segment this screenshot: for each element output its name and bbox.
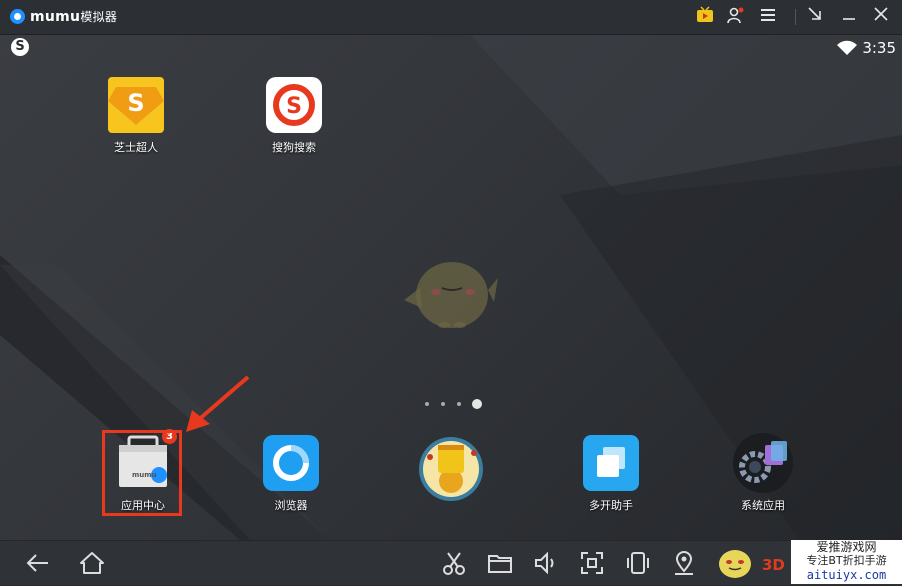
- app-name: mumu: [30, 9, 81, 25]
- minimize-icon[interactable]: [838, 6, 860, 28]
- minimize-to-corner-icon[interactable]: [804, 6, 826, 28]
- page-dot[interactable]: [457, 402, 461, 406]
- android-screen: S 3:35 S 芝士超人 S 搜狗搜索 mumu 3 应用中心 浏览器 多开助…: [0, 35, 902, 540]
- watermark-slogan: 专注BT折扣手游: [806, 554, 887, 567]
- watermark-site-name: 爱推游戏网: [816, 540, 877, 554]
- screenshot-scissors-icon[interactable]: [440, 549, 468, 577]
- app-label: 芝士超人: [114, 141, 158, 154]
- watermark-mascot-image: [713, 544, 757, 582]
- title-bar: mumu模拟器: [0, 0, 902, 35]
- system-apps-icon: [733, 433, 793, 493]
- app-name-suffix: 模拟器: [80, 10, 118, 24]
- app-label: 搜狗搜索: [272, 141, 316, 154]
- watermark-3d-logo: 3D: [762, 556, 785, 574]
- fullscreen-icon[interactable]: [578, 549, 606, 577]
- titlebar-divider: [795, 9, 796, 25]
- app-zhishi-chaoren[interactable]: S 芝士超人: [91, 77, 181, 155]
- multi-open-helper-icon: [583, 435, 639, 491]
- red-arrow-annotation: [186, 375, 250, 432]
- back-icon[interactable]: [24, 549, 52, 577]
- volume-icon[interactable]: [532, 549, 560, 577]
- app-system-apps[interactable]: 系统应用: [718, 433, 808, 513]
- android-status-bar: S 3:35: [0, 35, 902, 61]
- sogou-search-icon: S: [266, 77, 322, 133]
- svg-text:S: S: [127, 89, 144, 117]
- page-dot[interactable]: [425, 402, 429, 406]
- home-icon[interactable]: [78, 549, 106, 577]
- game-bucket-icon: [419, 435, 483, 501]
- app-multi-open-helper[interactable]: 多开助手: [566, 435, 656, 513]
- mumu-mascot-image: [400, 250, 500, 339]
- svg-text:S: S: [286, 94, 302, 119]
- app-title: mumu模拟器: [30, 8, 117, 25]
- site-watermark: 爱推游戏网 专注BT折扣手游 aituiyx.com: [791, 540, 902, 584]
- page-dot[interactable]: [441, 402, 445, 406]
- zhishi-chaoren-icon: S: [108, 77, 164, 133]
- menu-icon[interactable]: [757, 6, 779, 28]
- app-game-bucket[interactable]: [406, 435, 496, 501]
- folder-icon[interactable]: [486, 549, 514, 577]
- wifi-icon: [837, 40, 857, 60]
- location-icon[interactable]: [670, 549, 698, 577]
- user-icon[interactable]: [724, 6, 746, 28]
- app-label: 系统应用: [741, 499, 785, 512]
- app-label: 多开助手: [589, 499, 633, 512]
- app-sogou-search[interactable]: S 搜狗搜索: [249, 77, 339, 155]
- sogou-notification-icon: S: [11, 38, 29, 56]
- watermark-url: aituiyx.com: [806, 568, 887, 582]
- close-icon[interactable]: [870, 6, 892, 28]
- app-browser[interactable]: 浏览器: [246, 435, 336, 513]
- mumu-logo-icon: [10, 9, 25, 24]
- tv-icon[interactable]: [694, 6, 716, 28]
- page-dot-active[interactable]: [472, 399, 482, 409]
- status-clock: 3:35: [862, 39, 896, 57]
- highlight-box-annotation: [102, 430, 182, 516]
- shake-icon[interactable]: [624, 549, 652, 577]
- browser-icon: [263, 435, 319, 491]
- app-label: 浏览器: [274, 499, 308, 512]
